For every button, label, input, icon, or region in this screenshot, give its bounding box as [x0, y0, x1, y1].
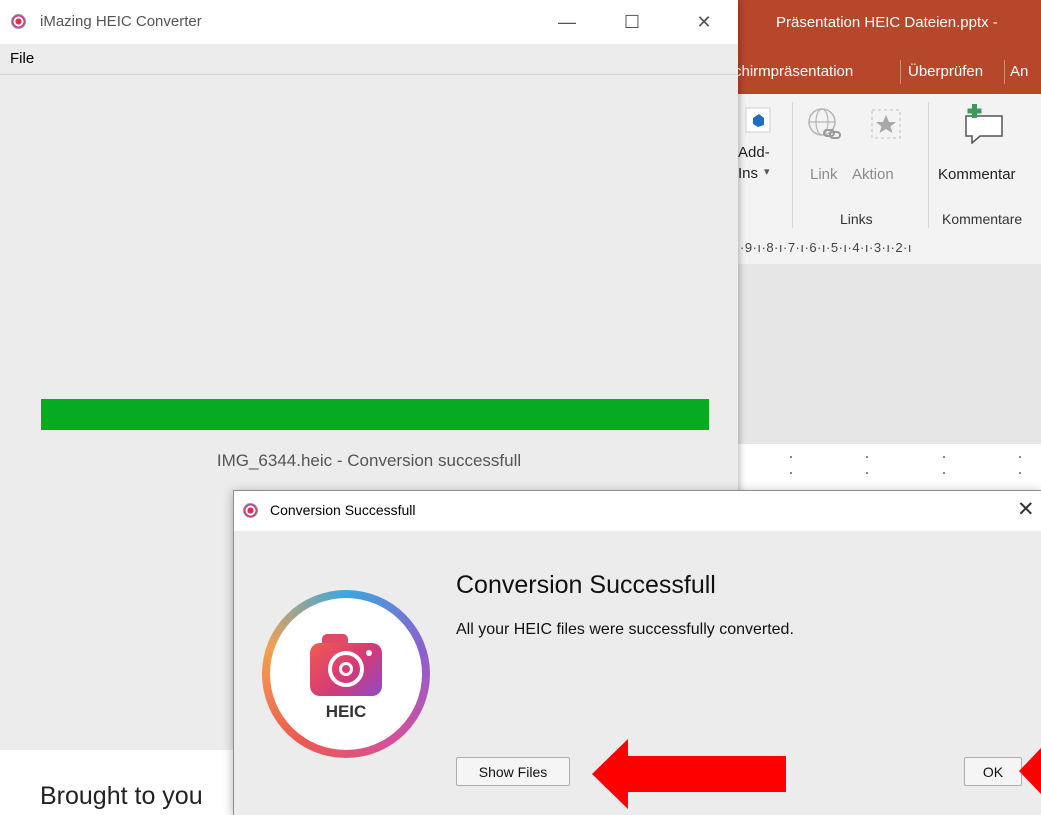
powerpoint-window-title: Präsentation HEIC Dateien.pptx -	[776, 14, 998, 31]
action-label: Aktion	[852, 166, 894, 183]
red-arrow-right-edge-icon	[1019, 748, 1041, 794]
grid-dot	[866, 472, 868, 474]
grid-dot	[1019, 472, 1021, 474]
heic-logo-icon: HEIC	[262, 590, 430, 758]
main-titlebar[interactable]: iMazing HEIC Converter — ☐ ✕	[0, 0, 738, 44]
arrow-right-shape	[1019, 748, 1041, 794]
ruler-scale: ·9·ı·8·ı·7·ı·6·ı·5·ı·4·ı·3·ı·2·ı	[740, 240, 912, 255]
arrow-left-shape	[592, 739, 786, 809]
addins-button[interactable]: Add- Ins ▾	[738, 102, 786, 200]
grid-dot	[943, 472, 945, 474]
new-comment-icon	[965, 104, 1003, 144]
tab-review[interactable]: Überprüfen	[908, 63, 983, 80]
grid-dot	[866, 456, 868, 458]
camera-lens-inner	[339, 662, 353, 676]
link-button[interactable]: Link	[800, 102, 848, 192]
red-arrow-left-icon	[592, 739, 786, 809]
ribbon-divider	[928, 102, 929, 228]
action-button[interactable]: Aktion	[850, 102, 920, 192]
tab-slideshow[interactable]: chirmpräsentation	[738, 63, 853, 80]
minimize-button[interactable]: —	[544, 0, 590, 44]
comment-label: Kommentar	[938, 166, 1016, 183]
tab-divider	[900, 60, 901, 84]
grid-dot	[943, 456, 945, 458]
footer-credit-text: Brought to you	[40, 782, 203, 810]
dialog-titlebar[interactable]: Conversion Successfull ✕	[234, 491, 1041, 531]
slide-canvas-area	[738, 264, 1041, 444]
imazing-app-icon	[11, 14, 26, 29]
addins-label-line2: Ins	[738, 165, 759, 182]
powerpoint-titlebar: Präsentation HEIC Dateien.pptx -	[738, 0, 1041, 50]
camera-lens-icon	[328, 651, 364, 687]
chevron-down-icon: ▾	[764, 166, 770, 178]
ok-button[interactable]: OK	[964, 757, 1022, 786]
maximize-button[interactable]: ☐	[609, 0, 655, 44]
ribbon-group-links: Links	[840, 211, 873, 227]
dialog-message: All your HEIC files were successfully co…	[456, 621, 794, 638]
main-window-title: iMazing HEIC Converter	[40, 13, 202, 30]
tab-divider	[1004, 60, 1005, 84]
comment-button[interactable]: Kommentar	[934, 102, 1041, 192]
dialog-heading: Conversion Successfull	[456, 571, 716, 599]
menu-bar: File	[0, 44, 738, 75]
heic-logo-label: HEIC	[325, 702, 367, 721]
conversion-status-text: IMG_6344.heic - Conversion successfull	[216, 451, 522, 470]
star-action-icon	[871, 109, 901, 139]
ruler: ·9·ı·8·ı·7·ı·6·ı·5·ı·4·ı·3·ı·2·ı	[738, 234, 1041, 264]
addins-label: Add-	[738, 144, 770, 161]
camera-flash-dot	[366, 650, 372, 656]
powerpoint-ribbon: Add- Ins ▾ Link Aktion Kommentar Links K…	[738, 94, 1041, 235]
tab-view[interactable]: An	[1010, 63, 1028, 80]
close-button[interactable]: ✕	[681, 0, 727, 44]
ribbon-divider	[792, 102, 793, 228]
link-label: Link	[810, 166, 838, 183]
grid-dot	[1019, 456, 1021, 458]
show-files-button[interactable]: Show Files	[456, 757, 570, 786]
powerpoint-ribbon-tabs: chirmpräsentation Überprüfen An	[738, 50, 1041, 94]
dialog-close-button[interactable]: ✕	[1017, 497, 1035, 522]
ribbon-group-comments: Kommentare	[942, 211, 1023, 227]
heic-logo-inner: HEIC	[270, 598, 422, 750]
progress-fill	[41, 399, 709, 430]
menu-file[interactable]: File	[10, 50, 34, 67]
grid-dot	[790, 456, 792, 458]
conversion-progress-bar	[41, 399, 709, 430]
dialog-title: Conversion Successfull	[270, 502, 416, 518]
store-icon	[745, 107, 771, 133]
grid-dot	[790, 472, 792, 474]
imazing-app-icon	[243, 503, 258, 518]
link-globe-icon	[808, 108, 841, 139]
